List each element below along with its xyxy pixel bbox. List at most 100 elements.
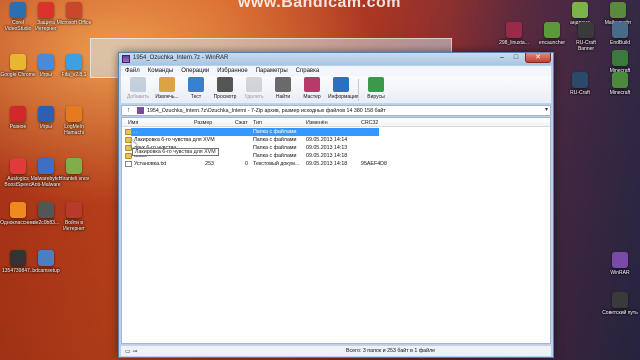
desktop-shortcut[interactable]: Hiranteli snov — [56, 158, 92, 182]
winrar-app-icon — [122, 55, 130, 63]
desktop-shortcut[interactable]: Minecraft — [602, 72, 638, 96]
desktop-shortcut[interactable]: bdcamsetup — [28, 250, 64, 274]
menu-item[interactable]: Операции — [181, 68, 209, 74]
path-bar[interactable]: ↑ 1954_Ozuchka_Intern.7z\Ozuchka_Interni… — [121, 105, 551, 116]
toolbar-label: Тест — [190, 94, 202, 100]
shortcut-label: RU-Craft — [570, 90, 590, 96]
toolbar-icon — [304, 77, 320, 92]
maximize-button[interactable]: □ — [509, 53, 523, 63]
menu-item[interactable]: Файл — [125, 68, 140, 74]
toolbar-label: Вирусы — [367, 94, 385, 100]
shortcut-icon — [10, 106, 26, 122]
menu-item[interactable]: Параметры — [256, 68, 288, 74]
shortcut-label: Советский путь — [602, 310, 638, 316]
toolbar-button[interactable]: Извлечь... — [154, 77, 180, 103]
toolbar-button[interactable]: Тест — [183, 77, 209, 103]
shortcut-label: Fifa_v2.8.1 — [61, 72, 87, 78]
up-arrow-icon[interactable]: ↑ — [124, 106, 133, 115]
shortcut-label: Войти в Интернет — [63, 220, 85, 232]
toolbar-icon — [275, 77, 291, 92]
desktop-shortcut[interactable]: WinRAR — [602, 252, 638, 276]
cell-crc: 95AEF4D8 — [361, 161, 387, 167]
column-modified[interactable]: Изменён — [306, 120, 328, 126]
shortcut-icon — [38, 54, 54, 70]
toolbar-button[interactable]: Просмотр — [212, 77, 238, 103]
desktop-shortcut[interactable]: RU-Craft — [562, 72, 598, 96]
toolbar-button[interactable]: Информация — [328, 77, 359, 103]
toolbar-icon — [159, 77, 175, 92]
shortcut-icon — [10, 54, 26, 70]
file-row[interactable]: Лакировка 6-го чувства для XVM Папка с фа… — [122, 136, 550, 144]
cell-modified: 09.05.2013 14:18 — [306, 153, 348, 159]
menu-bar: Файл Команды Операции Избранное Параметры Спр… — [121, 66, 551, 76]
desktop-shortcut[interactable]: RU-Craft Banner — [568, 22, 604, 52]
cell-packed: 0 — [245, 161, 248, 167]
file-row[interactable]: Установка.txt 253 0 Текстовый докум... 09.05… — [122, 160, 550, 168]
shortcut-icon — [572, 72, 588, 88]
cell-type: Папка с файлами — [253, 137, 297, 143]
toolbar-separator — [358, 79, 359, 101]
shortcut-icon — [38, 106, 54, 122]
status-icons[interactable]: ▭ ⊸ — [125, 348, 137, 355]
desktop-shortcut[interactable]: Minecraft — [602, 50, 638, 74]
shortcut-icon — [38, 2, 54, 18]
toolbar-button[interactable]: Удалить — [241, 77, 267, 103]
desktop-shortcut[interactable]: Fifa_v2.8.1 — [56, 54, 92, 78]
folder-icon — [125, 129, 132, 135]
shortcut-icon — [66, 54, 82, 70]
minimize-button[interactable]: – — [495, 53, 509, 63]
shortcut-label: LogMeIn Hamachi — [64, 124, 84, 136]
cell-modified: 09.05.2013 14:14 — [306, 137, 348, 143]
status-bar: ▭ ⊸ Всего: 3 папок и 253 байт в 1 файле — [121, 345, 551, 356]
shortcut-icon — [572, 2, 588, 18]
shortcut-label: RU-Craft Banner — [576, 40, 596, 52]
column-size[interactable]: Размер — [194, 120, 212, 126]
desktop-shortcut[interactable]: encauncher — [534, 22, 570, 46]
cell-size: 253 — [205, 161, 214, 167]
shortcut-icon — [610, 2, 626, 18]
shortcut-icon — [544, 22, 560, 38]
file-list[interactable]: Имя Размер Сжат Тип Изменён CRC32 .. Папк… — [121, 117, 551, 344]
toolbar-button[interactable]: Найти — [270, 77, 296, 103]
desktop-shortcut[interactable]: Советский путь — [602, 292, 638, 316]
cell-name: Лакировка 6-го чувства для XVM — [134, 137, 215, 143]
shortcut-icon — [66, 106, 82, 122]
toolbar: Добавить Извлечь... Тест Просмотр Удалить Най… — [121, 76, 551, 104]
toolbar-icon — [246, 77, 262, 92]
toolbar-label: Найти — [275, 94, 291, 100]
desktop-shortcut[interactable]: Microsoft Office — [56, 2, 92, 26]
archive-path: 1954_Ozuchka_Intern.7z\Ozuchka_Interni -… — [147, 107, 386, 114]
close-button[interactable]: ✕ — [525, 53, 551, 63]
toolbar-icon — [217, 77, 233, 92]
winrar-window: 1954_Ozuchka_Intern.7z - WinRAR – □ ✕ Фа… — [118, 52, 554, 358]
toolbar-button[interactable]: Вирусы — [363, 77, 389, 103]
shortcut-icon — [10, 158, 26, 174]
desktop-shortcut[interactable]: 298_linuxta... — [496, 22, 532, 46]
column-type[interactable]: Тип — [253, 120, 262, 126]
column-crc32[interactable]: CRC32 — [361, 120, 378, 126]
desktop-shortcut[interactable]: LogMeIn Hamachi — [56, 106, 92, 136]
column-name[interactable]: Имя — [128, 120, 138, 126]
toolbar-label: Просмотр — [213, 94, 237, 100]
shortcut-icon — [10, 250, 26, 266]
column-packed[interactable]: Сжат — [235, 120, 248, 126]
shortcut-icon — [612, 22, 628, 38]
menu-item[interactable]: Справка — [296, 68, 320, 74]
file-row[interactable]: .. Папка с файлами — [122, 128, 550, 136]
toolbar-label: Информация — [328, 94, 359, 100]
cell-name: Установка.txt — [134, 161, 167, 167]
path-dropdown-icon[interactable]: ▾ — [545, 106, 548, 113]
shortcut-label: EndBuild — [609, 40, 630, 46]
toolbar-button[interactable]: Мастер — [299, 77, 325, 103]
shortcut-icon — [506, 22, 522, 38]
cell-type: Папка с файлами — [253, 129, 297, 135]
toolbar-button[interactable]: Добавить — [125, 77, 151, 103]
desktop-shortcut[interactable]: EndBuild — [602, 22, 638, 46]
toolbar-icon — [188, 77, 204, 92]
toolbar-icon — [130, 77, 146, 92]
title-bar[interactable]: 1954_Ozuchka_Intern.7z - WinRAR – □ ✕ — [119, 53, 553, 65]
menu-item[interactable]: Команды — [148, 68, 173, 74]
menu-item[interactable]: Избранное — [217, 68, 247, 74]
window-title: 1954_Ozuchka_Intern.7z - WinRAR — [133, 55, 229, 61]
desktop-shortcut[interactable]: Войти в Интернет — [56, 202, 92, 232]
